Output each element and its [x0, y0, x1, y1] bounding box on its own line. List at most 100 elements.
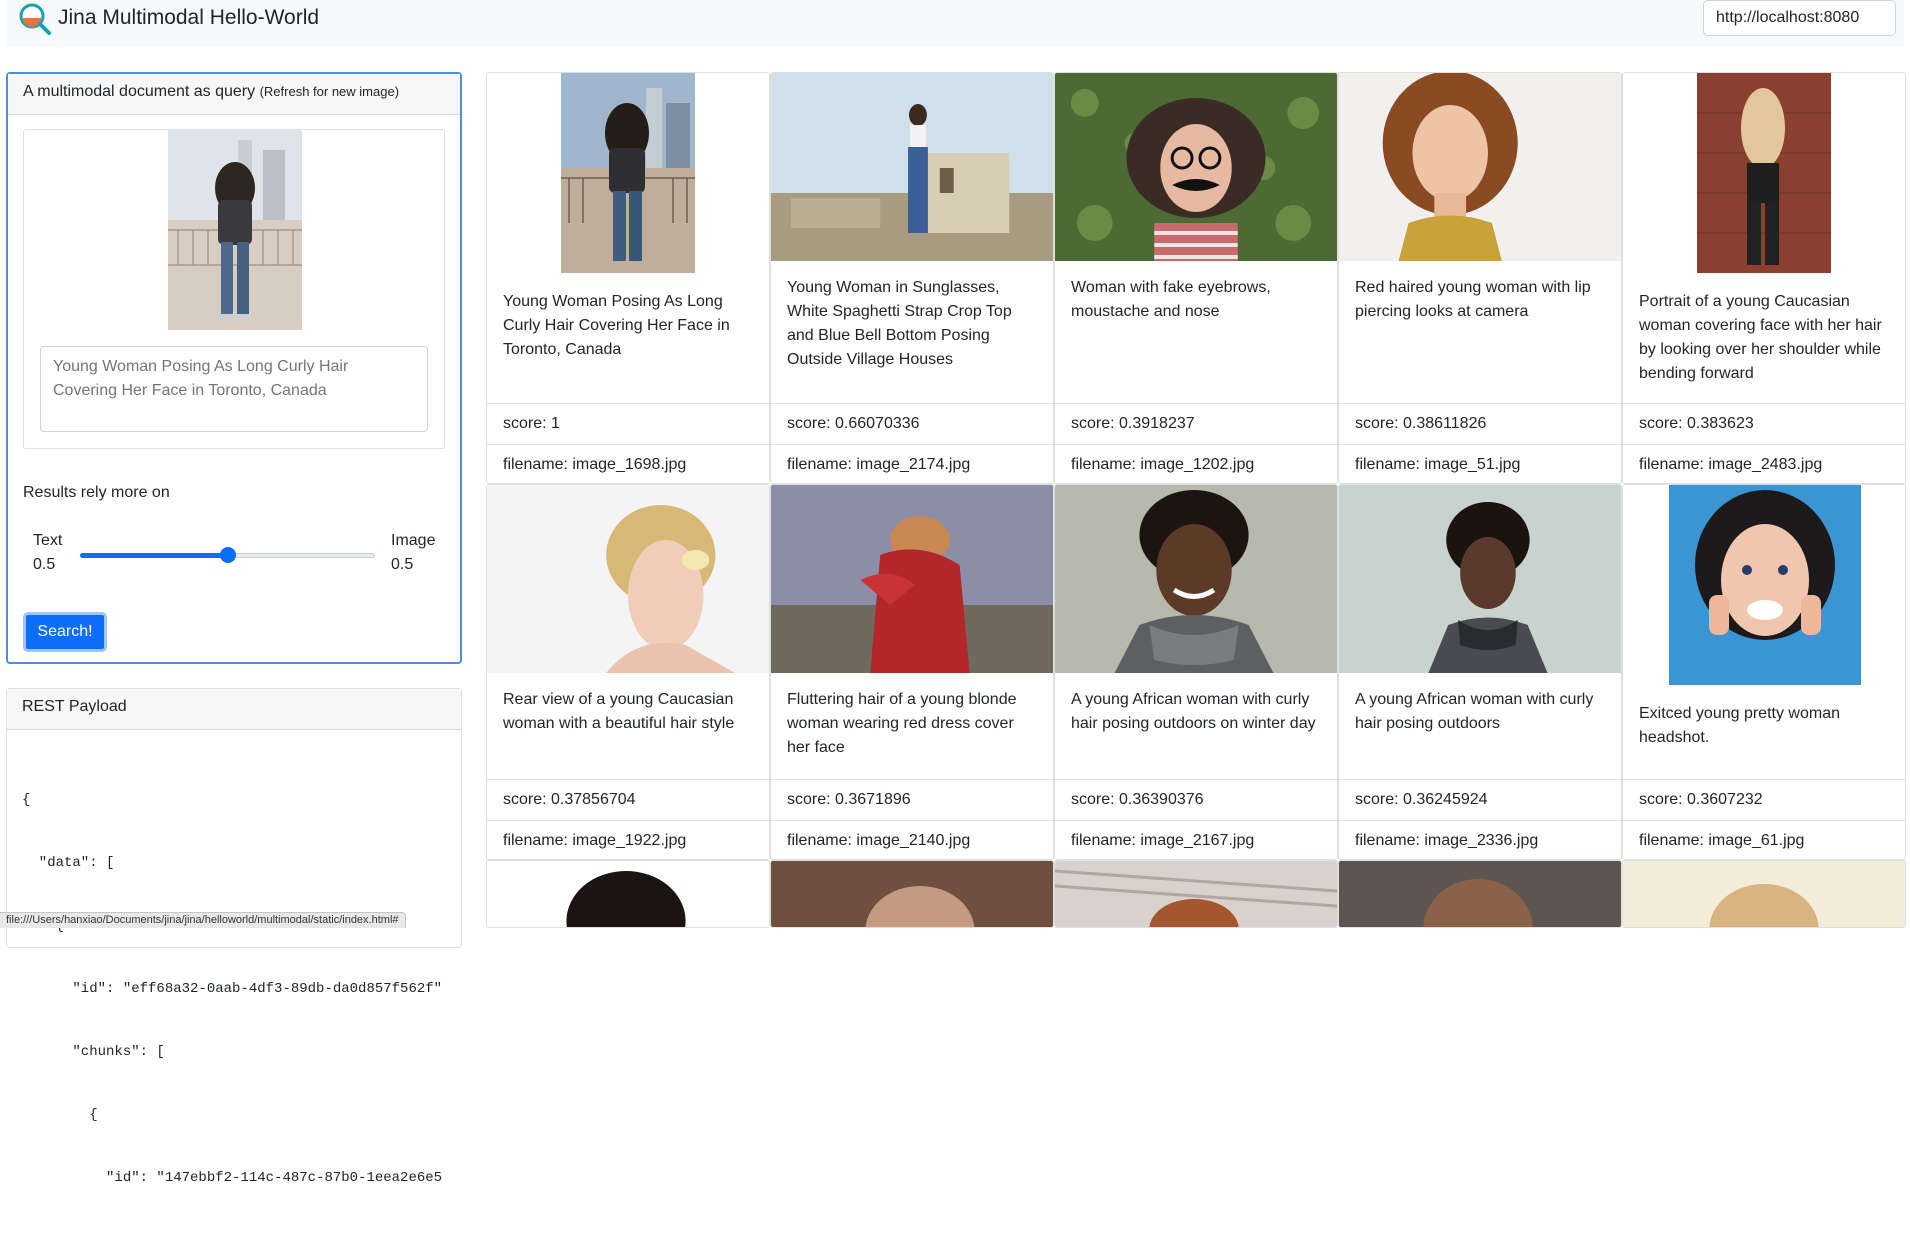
query-card: A multimodal document as query (Refresh … [6, 72, 462, 664]
refresh-hint: (Refresh for new image) [259, 84, 400, 99]
result-image-frame [1339, 73, 1621, 261]
result-image [487, 485, 769, 673]
result-card[interactable] [1338, 860, 1622, 928]
result-image [771, 861, 1053, 927]
query-text-input[interactable] [40, 346, 428, 432]
payload-line: "data": [ [22, 855, 115, 871]
result-score: score: 0.3918237 [1055, 403, 1337, 444]
result-image-frame [487, 485, 769, 673]
result-image [1339, 861, 1621, 927]
result-image-frame [1055, 73, 1337, 261]
result-card[interactable]: A young African woman with curly hair po… [1338, 484, 1622, 860]
image-label: Image [391, 532, 436, 549]
result-caption: A young African woman with curly hair po… [1355, 691, 1594, 732]
result-image-frame [771, 485, 1053, 673]
server-url-input[interactable] [1703, 0, 1896, 36]
result-image-frame [487, 73, 769, 275]
app-title: Jina Multimodal Hello-World [58, 6, 320, 29]
payload-line: { [22, 1107, 98, 1123]
result-caption: Young Woman Posing As Long Curly Hair Co… [503, 293, 730, 358]
result-score: score: 0.36245924 [1339, 779, 1621, 820]
result-image [1669, 485, 1861, 685]
result-card[interactable]: Woman with fake eyebrows, moustache and … [1054, 72, 1338, 484]
result-image [1055, 73, 1337, 261]
result-card[interactable] [1622, 860, 1906, 928]
result-image [1055, 861, 1337, 927]
result-image [771, 485, 1053, 673]
result-filename: filename: image_2336.jpg [1339, 820, 1621, 859]
result-caption: Fluttering hair of a young blonde woman … [787, 691, 1017, 756]
result-image-frame [1339, 485, 1621, 673]
result-caption: Red haired young woman with lip piercing… [1355, 279, 1591, 320]
result-caption: Exitced young pretty woman headshot. [1639, 705, 1840, 746]
result-card[interactable]: Young Woman Posing As Long Curly Hair Co… [486, 72, 770, 484]
magnifier-logo-icon [19, 3, 51, 35]
query-card-header: A multimodal document as query (Refresh … [8, 74, 460, 115]
result-filename: filename: image_61.jpg [1623, 820, 1905, 859]
result-filename: filename: image_1698.jpg [487, 444, 769, 483]
payload-line: "chunks": [ [22, 1044, 165, 1060]
result-caption: Young Woman in Sunglasses, White Spaghet… [787, 279, 1012, 368]
query-document-box [23, 129, 445, 449]
image-weight-label: Image 0.5 [391, 529, 435, 577]
text-weight-value: 0.5 [33, 556, 56, 573]
rest-payload-header: REST Payload [7, 689, 461, 730]
query-card-title: A multimodal document as query [23, 83, 256, 100]
result-card[interactable]: Young Woman in Sunglasses, White Spaghet… [770, 72, 1054, 484]
result-image [1339, 73, 1621, 261]
result-image-frame [1055, 485, 1337, 673]
navbar: Jina Multimodal Hello-World [6, 0, 1904, 47]
text-weight-label: Text 0.5 [33, 529, 62, 577]
result-image [1055, 485, 1337, 673]
result-card[interactable] [770, 860, 1054, 928]
result-card[interactable]: A young African woman with curly hair po… [1054, 484, 1338, 860]
result-caption: Rear view of a young Caucasian woman wit… [503, 691, 735, 732]
result-card[interactable]: Rear view of a young Caucasian woman wit… [486, 484, 770, 860]
query-image [168, 130, 302, 330]
result-caption: Portrait of a young Caucasian woman cove… [1639, 293, 1882, 382]
slider-thumb[interactable] [219, 547, 236, 563]
result-score: score: 0.66070336 [771, 403, 1053, 444]
result-image-frame [771, 73, 1053, 261]
result-filename: filename: image_1922.jpg [487, 820, 769, 859]
result-image [1339, 485, 1621, 673]
result-filename: filename: image_2167.jpg [1055, 820, 1337, 859]
text-label: Text [33, 532, 63, 549]
result-filename: filename: image_2483.jpg [1623, 444, 1905, 483]
result-filename: filename: image_2174.jpg [771, 444, 1053, 483]
result-card[interactable]: Red haired young woman with lip piercing… [1338, 72, 1622, 484]
result-image-frame [1623, 73, 1905, 275]
result-card[interactable]: Exitced young pretty woman headshot. sco… [1622, 484, 1906, 860]
brand[interactable]: Jina Multimodal Hello-World [18, 0, 319, 36]
result-filename: filename: image_2140.jpg [771, 820, 1053, 859]
payload-line: "id": "147ebbf2-114c-487c-87b0-1eea2e6e5 [22, 1170, 443, 1186]
payload-line: "id": "eff68a32-0aab-4df3-89db-da0d857f5… [22, 981, 443, 997]
result-score: score: 0.38611826 [1339, 403, 1621, 444]
result-caption: Woman with fake eyebrows, moustache and … [1071, 279, 1271, 320]
result-filename: filename: image_51.jpg [1339, 444, 1621, 483]
slider-fill [80, 553, 228, 558]
result-score: score: 0.383623 [1623, 403, 1905, 444]
result-image [1623, 861, 1905, 927]
result-image [487, 861, 769, 927]
result-card[interactable]: Fluttering hair of a young blonde woman … [770, 484, 1054, 860]
result-card[interactable]: Portrait of a young Caucasian woman cove… [1622, 72, 1906, 484]
image-weight-value: 0.5 [391, 556, 414, 573]
result-image [561, 73, 695, 273]
search-button[interactable]: Search! [23, 612, 107, 652]
result-score: score: 0.36390376 [1055, 779, 1337, 820]
result-image-frame [1623, 485, 1905, 687]
result-caption: A young African woman with curly hair po… [1071, 691, 1316, 732]
rest-payload-body: { "data": [ { "id": "eff68a32-0aab-4df3-… [7, 730, 461, 1249]
result-filename: filename: image_1202.jpg [1055, 444, 1337, 483]
result-score: score: 0.3671896 [771, 779, 1053, 820]
rest-payload-card: REST Payload { "data": [ { "id": "eff68a… [6, 688, 462, 1186]
result-score: score: 0.3607232 [1623, 779, 1905, 820]
browser-status-url: file:///Users/hanxiao/Documents/jina/jin… [0, 912, 406, 928]
result-score: score: 0.37856704 [487, 779, 769, 820]
payload-line: { [22, 792, 31, 808]
result-card[interactable] [1054, 860, 1338, 928]
result-card[interactable] [486, 860, 770, 928]
rely-label: Results rely more on [23, 484, 170, 501]
modality-weight-slider[interactable] [80, 547, 375, 563]
